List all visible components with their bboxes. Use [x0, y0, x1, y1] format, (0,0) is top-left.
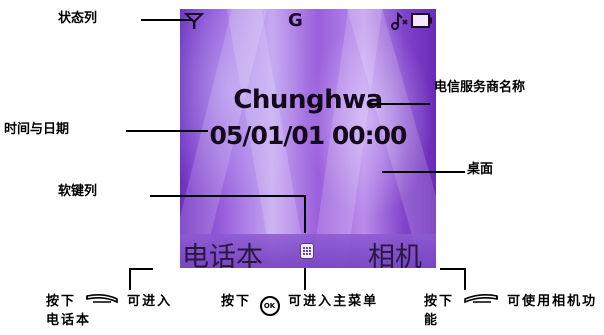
ringer-icon: [391, 12, 408, 30]
softkey-right-camera[interactable]: 相机: [368, 235, 422, 268]
callout-desktop: 桌面: [467, 162, 494, 177]
softkey-bar: 电话本 相机: [180, 234, 436, 268]
instruction-right-pre: 按下: [424, 294, 455, 309]
leader-line: [126, 130, 208, 132]
instruction-center: 按下 OK 可进入主菜单: [221, 292, 391, 316]
leader-line: [304, 268, 306, 290]
battery-icon: [411, 13, 432, 28]
phone-screen: G Chunghwa 05/01/01 00:00 电话本 相机: [180, 9, 436, 268]
instruction-center-post: 可进入主菜单: [288, 294, 379, 309]
leader-line: [150, 195, 305, 197]
leader-line: [141, 19, 193, 21]
instruction-left-pre: 按下: [46, 294, 77, 309]
leader-line: [368, 103, 430, 105]
instruction-left: 按下 可进入电话本: [46, 292, 186, 330]
callout-time-date: 时间与日期: [4, 122, 70, 137]
callout-status-bar: 状态列: [58, 11, 98, 26]
leader-line: [382, 171, 465, 173]
leader-line: [464, 268, 466, 290]
instruction-center-pre: 按下: [221, 294, 252, 309]
softkey-left-phonebook[interactable]: 电话本: [182, 235, 263, 268]
menu-grid-icon[interactable]: [301, 244, 313, 258]
right-softkey-icon: [463, 293, 498, 304]
callout-softkey-row: 软键列: [58, 184, 98, 199]
leader-line: [129, 268, 131, 290]
leader-line: [440, 268, 466, 270]
leader-line: [129, 268, 153, 270]
leader-line: [304, 195, 306, 233]
operator-name: Chunghwa: [233, 85, 383, 115]
status-bar: G: [180, 9, 436, 33]
callout-operator-name: 电信服务商名称: [434, 80, 526, 95]
ok-key-icon: OK: [259, 296, 280, 316]
date-time: 05/01/01 00:00: [209, 121, 408, 150]
instruction-right: 按下 可使用相机功能: [424, 292, 602, 330]
gprs-indicator: G: [288, 10, 303, 31]
left-softkey-icon: [85, 293, 118, 304]
